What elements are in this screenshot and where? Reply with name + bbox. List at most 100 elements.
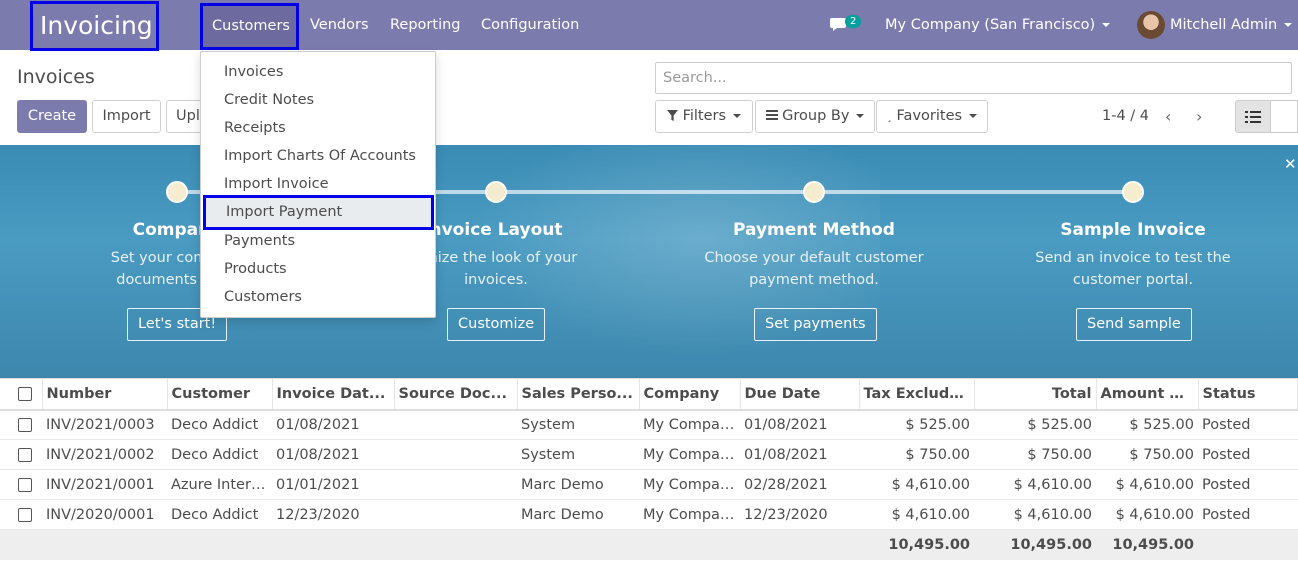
- table-cell: My Company ...: [639, 439, 740, 470]
- step-dot: [1122, 181, 1144, 203]
- total-tax-excluded: 10,495.00: [859, 529, 974, 560]
- table-cell: $ 525.00: [1096, 409, 1198, 440]
- table-cell: 01/08/2021: [740, 439, 859, 470]
- dropdown-item-receipts[interactable]: Receipts: [201, 114, 435, 142]
- step-dot: [485, 181, 507, 203]
- table-cell: My Company ...: [639, 409, 740, 440]
- table-row[interactable]: INV/2020/0001 Deco Addict 12/23/2020 Marc D…: [0, 499, 1298, 530]
- set-payments-button[interactable]: Set payments: [754, 308, 877, 341]
- step-title-sample-invoice: Sample Invoice: [1060, 220, 1206, 240]
- search-input[interactable]: Search...: [655, 62, 1292, 94]
- invoices-table: Number Customer Invoice Dat... Source Do…: [0, 378, 1298, 560]
- totals-row: 10,495.00 10,495.00 10,495.00: [0, 529, 1298, 560]
- table-cell: [394, 499, 517, 530]
- groupby-button[interactable]: Group By: [755, 100, 875, 133]
- column-header[interactable]: Customer: [167, 378, 273, 411]
- step-desc-payment-method: Choose your default customer payment meth…: [704, 250, 924, 288]
- star-icon: ¸: [886, 112, 892, 123]
- import-button[interactable]: Import: [92, 100, 161, 133]
- column-header[interactable]: Status: [1198, 378, 1298, 411]
- table-row[interactable]: INV/2021/0002 Deco Addict 01/08/2021 System…: [0, 439, 1298, 470]
- menu-customers[interactable]: Customers: [200, 3, 299, 50]
- table-cell: $ 4,610.00: [859, 499, 974, 530]
- select-all-checkbox[interactable]: [0, 378, 43, 411]
- table-cell: $ 4,610.00: [1096, 469, 1198, 500]
- column-header[interactable]: Total: [974, 378, 1097, 411]
- table-cell: $ 4,610.00: [1096, 499, 1198, 530]
- table-cell: Posted: [1198, 409, 1298, 440]
- table-cell: System: [517, 439, 639, 470]
- table-cell: My Company ...: [639, 469, 740, 500]
- chevron-right-icon[interactable]: ›: [1196, 100, 1202, 133]
- table-cell: 01/01/2021: [272, 469, 394, 500]
- chevron-left-icon[interactable]: ‹: [1165, 100, 1171, 133]
- dropdown-item-products[interactable]: Products: [201, 255, 435, 283]
- dropdown-item-invoices[interactable]: Invoices: [201, 58, 435, 86]
- column-header[interactable]: Source Doc...: [394, 378, 518, 411]
- column-header[interactable]: Tax Exclude...: [859, 378, 975, 411]
- table-cell: Deco Addict: [167, 499, 272, 530]
- chevron-down-icon: [1284, 23, 1293, 27]
- table-cell: Posted: [1198, 439, 1298, 470]
- step-title-payment-method: Payment Method: [733, 220, 895, 240]
- row-checkbox[interactable]: [0, 409, 42, 440]
- bars-icon: [765, 110, 778, 120]
- column-header[interactable]: Amount Du...: [1096, 378, 1199, 411]
- list-view-button[interactable]: [1235, 100, 1271, 133]
- table-row[interactable]: INV/2021/0003 Deco Addict 01/08/2021 System…: [0, 409, 1298, 440]
- user-menu[interactable]: Mitchell Admin: [1170, 0, 1293, 50]
- customize-button[interactable]: Customize: [447, 308, 546, 341]
- company-switcher[interactable]: My Company (San Francisco): [885, 0, 1111, 50]
- chevron-down-icon: [733, 114, 742, 118]
- pager-value[interactable]: 1-4 / 4: [1102, 100, 1149, 133]
- table-cell: INV/2021/0002: [42, 439, 167, 470]
- table-cell: Posted: [1198, 469, 1298, 500]
- table-cell: 01/08/2021: [740, 409, 859, 440]
- table-cell: INV/2020/0001: [42, 499, 167, 530]
- table-cell: Marc Demo: [517, 469, 639, 500]
- column-header[interactable]: Company: [639, 378, 741, 411]
- close-icon[interactable]: ✕: [1284, 155, 1297, 173]
- column-header[interactable]: Number: [42, 378, 168, 411]
- favorites-button[interactable]: ¸ Favorites: [876, 100, 988, 133]
- table-cell: $ 4,610.00: [974, 499, 1096, 530]
- row-checkbox[interactable]: [0, 439, 42, 470]
- avatar[interactable]: [1137, 11, 1165, 39]
- chevron-down-icon: [1102, 23, 1111, 27]
- dropdown-item-customers[interactable]: Customers: [201, 283, 435, 311]
- dropdown-item-import-payment[interactable]: Import Payment: [203, 195, 434, 230]
- filters-button[interactable]: Filters: [655, 100, 753, 133]
- list-icon: [1245, 111, 1261, 123]
- table-cell: $ 4,610.00: [974, 469, 1096, 500]
- row-checkbox[interactable]: [0, 469, 42, 500]
- row-checkbox[interactable]: [0, 499, 42, 530]
- kanban-view-button[interactable]: [1271, 100, 1298, 133]
- menu-configuration[interactable]: Configuration: [481, 0, 579, 50]
- menu-reporting[interactable]: Reporting: [390, 0, 461, 50]
- dropdown-item-import-charts-of-accounts[interactable]: Import Charts Of Accounts: [201, 142, 435, 170]
- app-title[interactable]: Invoicing: [30, 1, 159, 51]
- company-name: My Company (San Francisco): [885, 17, 1096, 33]
- filter-icon: [666, 110, 678, 121]
- dropdown-item-credit-notes[interactable]: Credit Notes: [201, 86, 435, 114]
- dropdown-item-payments[interactable]: Payments: [201, 227, 435, 255]
- user-name: Mitchell Admin: [1170, 17, 1278, 33]
- table-cell: 01/08/2021: [272, 409, 394, 440]
- chat-count-badge: 2: [845, 15, 862, 28]
- step-dot: [166, 181, 188, 203]
- table-cell: $ 750.00: [1096, 439, 1198, 470]
- column-header[interactable]: Sales Perso...: [517, 378, 640, 411]
- create-button[interactable]: Create: [17, 100, 87, 133]
- table-cell: Posted: [1198, 499, 1298, 530]
- table-cell: $ 525.00: [974, 409, 1096, 440]
- column-header[interactable]: Invoice Dat...: [272, 378, 395, 411]
- table-header-row: Number Customer Invoice Dat... Source Do…: [0, 378, 1298, 411]
- table-row[interactable]: INV/2021/0001 Azure Interior 01/01/2021 Mar…: [0, 469, 1298, 500]
- dropdown-item-import-invoice[interactable]: Import Invoice: [201, 170, 435, 198]
- column-header[interactable]: Due Date: [740, 378, 860, 411]
- table-cell: $ 525.00: [859, 409, 974, 440]
- menu-vendors[interactable]: Vendors: [310, 0, 369, 50]
- filters-label: Filters: [682, 108, 727, 124]
- table-cell: [394, 439, 517, 470]
- send-sample-button[interactable]: Send sample: [1076, 308, 1192, 341]
